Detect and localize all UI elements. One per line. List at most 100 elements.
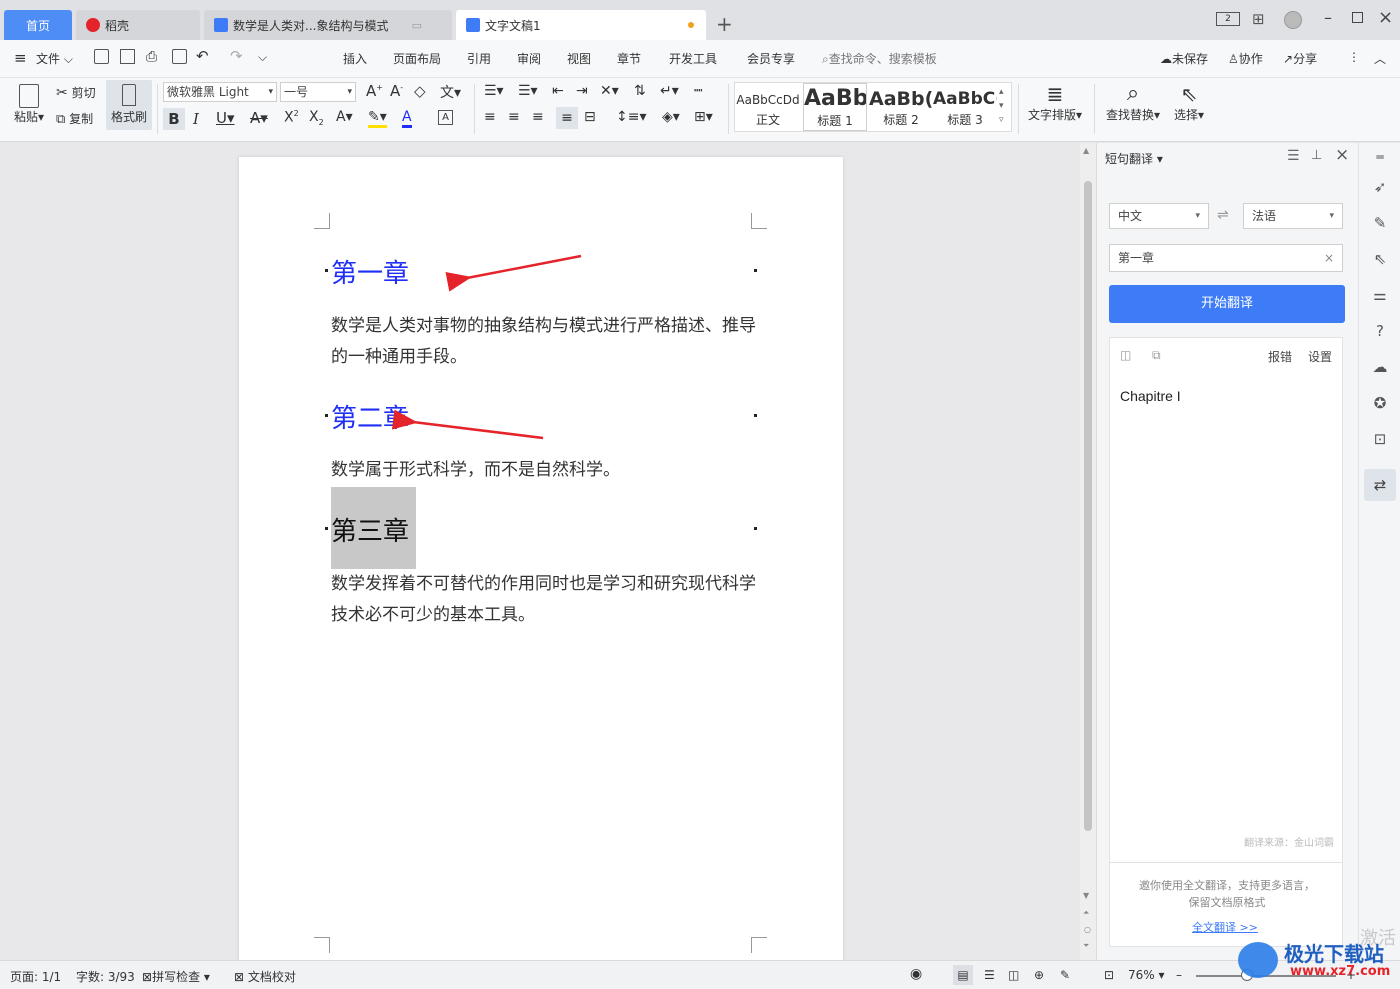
sort-icon[interactable]: ⇅ [634,83,646,99]
avatar[interactable] [1284,11,1302,29]
full-translate-link[interactable]: 全文翻译 >> [1192,919,1258,935]
strikethrough-button[interactable]: A▾ [250,109,268,127]
save-icon[interactable] [94,49,109,64]
style-gallery-scroll-icon[interactable]: ▴ ▾ ▿ [999,85,1004,127]
edit-pen-icon[interactable]: ✎ [1370,213,1390,233]
tab-docer[interactable]: 稻壳 [76,10,200,40]
decrease-font-icon[interactable]: A- [390,82,403,100]
phonetic-icon[interactable]: 文▾ [440,82,461,102]
line-spacing-icon[interactable]: ↕≡▾ [616,109,647,125]
zoom-out-button[interactable]: – [1176,968,1182,982]
proofread-button[interactable]: ⊠ 文档校对 [234,968,296,985]
text-layout-button[interactable]: ≣ 文字排版▾ [1028,82,1082,123]
export-icon[interactable] [120,49,135,64]
tab-page-layout[interactable]: 页面布局 [393,50,441,67]
select-browse-icon[interactable]: ○ [1084,925,1091,934]
collapse-ribbon-icon[interactable]: ︿ [1374,50,1386,67]
word-count[interactable]: 字数: 3/93 [76,968,135,985]
style-normal[interactable]: AaBbCcDd 正文 [735,83,801,131]
eye-protect-icon[interactable]: ◉ [910,966,922,982]
clear-input-icon[interactable]: × [1324,245,1334,271]
spell-check-button[interactable]: ⊠拼写检查 ▾ [142,968,210,985]
font-size-select[interactable]: 一号 ▾ [280,82,356,102]
panel-close-icon[interactable]: × [1335,145,1349,165]
collaborate-button[interactable]: ♙协作 [1228,50,1263,67]
sliders-icon[interactable]: ⚌ [1370,285,1390,305]
page-indicator[interactable]: 页面: 1/1 [10,968,61,985]
line-break-icon[interactable]: ↵▾ [660,83,679,99]
read-view-icon[interactable]: ◫ [1008,968,1019,982]
window-layout-icon[interactable]: 2 [1216,12,1240,26]
file-menu[interactable]: 文件 ⌵ [36,50,73,67]
tab-stop-icon[interactable]: ┉ [694,83,702,99]
start-translate-button[interactable]: 开始翻译 [1109,285,1345,323]
swap-languages-icon[interactable]: ⇌ [1217,207,1229,223]
cloud-doc-icon[interactable]: ☁ [1370,357,1390,377]
minimize-icon[interactable]: – [1324,8,1332,27]
bold-button[interactable]: B [163,108,185,130]
align-right-icon[interactable]: ≡ [532,109,544,125]
tab-document-math[interactable]: 数学是人类对...象结构与模式 ▭ [204,10,452,40]
translate-tool-button[interactable]: ⇄ [1364,469,1396,501]
cloud-unsaved-button[interactable]: ☁未保存 [1160,50,1208,67]
paste-button[interactable]: 粘贴▾ [12,82,46,130]
grid-apps-icon[interactable]: ⊞ [1252,10,1265,28]
panel-menu-icon[interactable]: ☰ [1287,148,1300,164]
tab-chapter[interactable]: 章节 [617,50,641,67]
quick-access-dropdown-icon[interactable]: ⌵ [258,50,267,65]
zoom-select[interactable]: 76% ▾ [1128,968,1165,982]
print-preview-icon[interactable] [172,49,187,64]
outline-view-icon[interactable]: ☰ [984,968,995,982]
tab-member[interactable]: 会员专享 [747,50,795,67]
cut-button[interactable]: ✂ 剪切 [56,84,96,101]
number-list-icon[interactable]: ☰▾ [518,83,538,99]
undo-icon[interactable]: ↶ [196,47,209,65]
menu-icon[interactable]: ≡ [14,49,27,67]
tab-insert[interactable]: 插入 [343,50,367,67]
close-icon[interactable]: × [1378,7,1393,28]
align-center-icon[interactable]: ≡ [508,109,520,125]
copy-result-icon[interactable]: ⧉ [1152,348,1161,363]
rail-menu-icon[interactable]: ═ [1370,147,1390,167]
scroll-up-icon[interactable]: ▲ [1083,146,1089,155]
tab-document-active[interactable]: 文字文稿1 [456,10,706,40]
more-icon[interactable]: ⋮ [1348,50,1360,64]
shading-icon[interactable]: ◈▾ [662,109,680,125]
italic-button[interactable]: I [193,110,199,128]
cursor-icon[interactable]: ⇖ [1370,249,1390,269]
target-language-select[interactable]: 法语 ▾ [1243,203,1343,229]
pin-icon[interactable]: ⊥ [1311,148,1322,163]
style-heading-1[interactable]: AaBb 标题 1 [803,83,867,131]
compass-icon[interactable]: ✪ [1370,393,1390,413]
distribute-icon[interactable]: ⊟ [584,109,596,125]
document-page[interactable]: 第一章 数学是人类对事物的抽象结构与模式进行严格描述、推导的一种通用手段。 第二… [239,157,843,967]
decrease-indent-icon[interactable]: ⇤ [552,83,564,99]
justify-icon[interactable]: ≡ [556,107,578,129]
report-error-link[interactable]: 报错 [1268,348,1292,365]
tab-references[interactable]: 引用 [467,50,491,67]
superscript-button[interactable]: X2 [284,109,299,126]
style-heading-3[interactable]: AaBbC( 标题 3 [933,83,997,131]
text-effect-button[interactable]: A▾ [336,109,353,125]
redo-icon[interactable]: ↷ [230,47,243,65]
borders-icon[interactable]: ⊞▾ [694,109,713,125]
page-view-icon[interactable]: ▤ [953,965,973,985]
prev-page-icon[interactable]: ⏶ [1083,908,1089,918]
panel-title[interactable]: 短句翻译 ▾ [1105,150,1163,167]
web-view-icon[interactable]: ⊕ [1034,968,1044,982]
tab-home[interactable]: 首页 [4,10,72,40]
scrollbar-thumb[interactable] [1084,181,1092,831]
share-button[interactable]: ↗分享 [1283,50,1317,67]
write-view-icon[interactable]: ✎ [1060,968,1070,982]
copy-button[interactable]: ⧉ 复制 [56,110,93,127]
fit-page-icon[interactable]: ⊡ [1104,968,1114,982]
new-tab-button[interactable]: + [716,12,733,36]
tab-view[interactable]: 视图 [567,50,591,67]
translate-input[interactable]: 第一章 × [1109,244,1343,272]
vertical-scrollbar[interactable]: ▲ ▼ ⏶ ○ ⏷ [1080,143,1096,960]
find-replace-button[interactable]: ⌕ 查找替换▾ [1106,82,1160,123]
font-name-select[interactable]: 微软雅黑 Light ▾ [163,82,277,102]
source-language-select[interactable]: 中文 ▾ [1109,203,1209,229]
maximize-icon[interactable] [1352,12,1363,23]
command-search[interactable]: ⌕查找命令、搜索模板 [822,50,937,67]
